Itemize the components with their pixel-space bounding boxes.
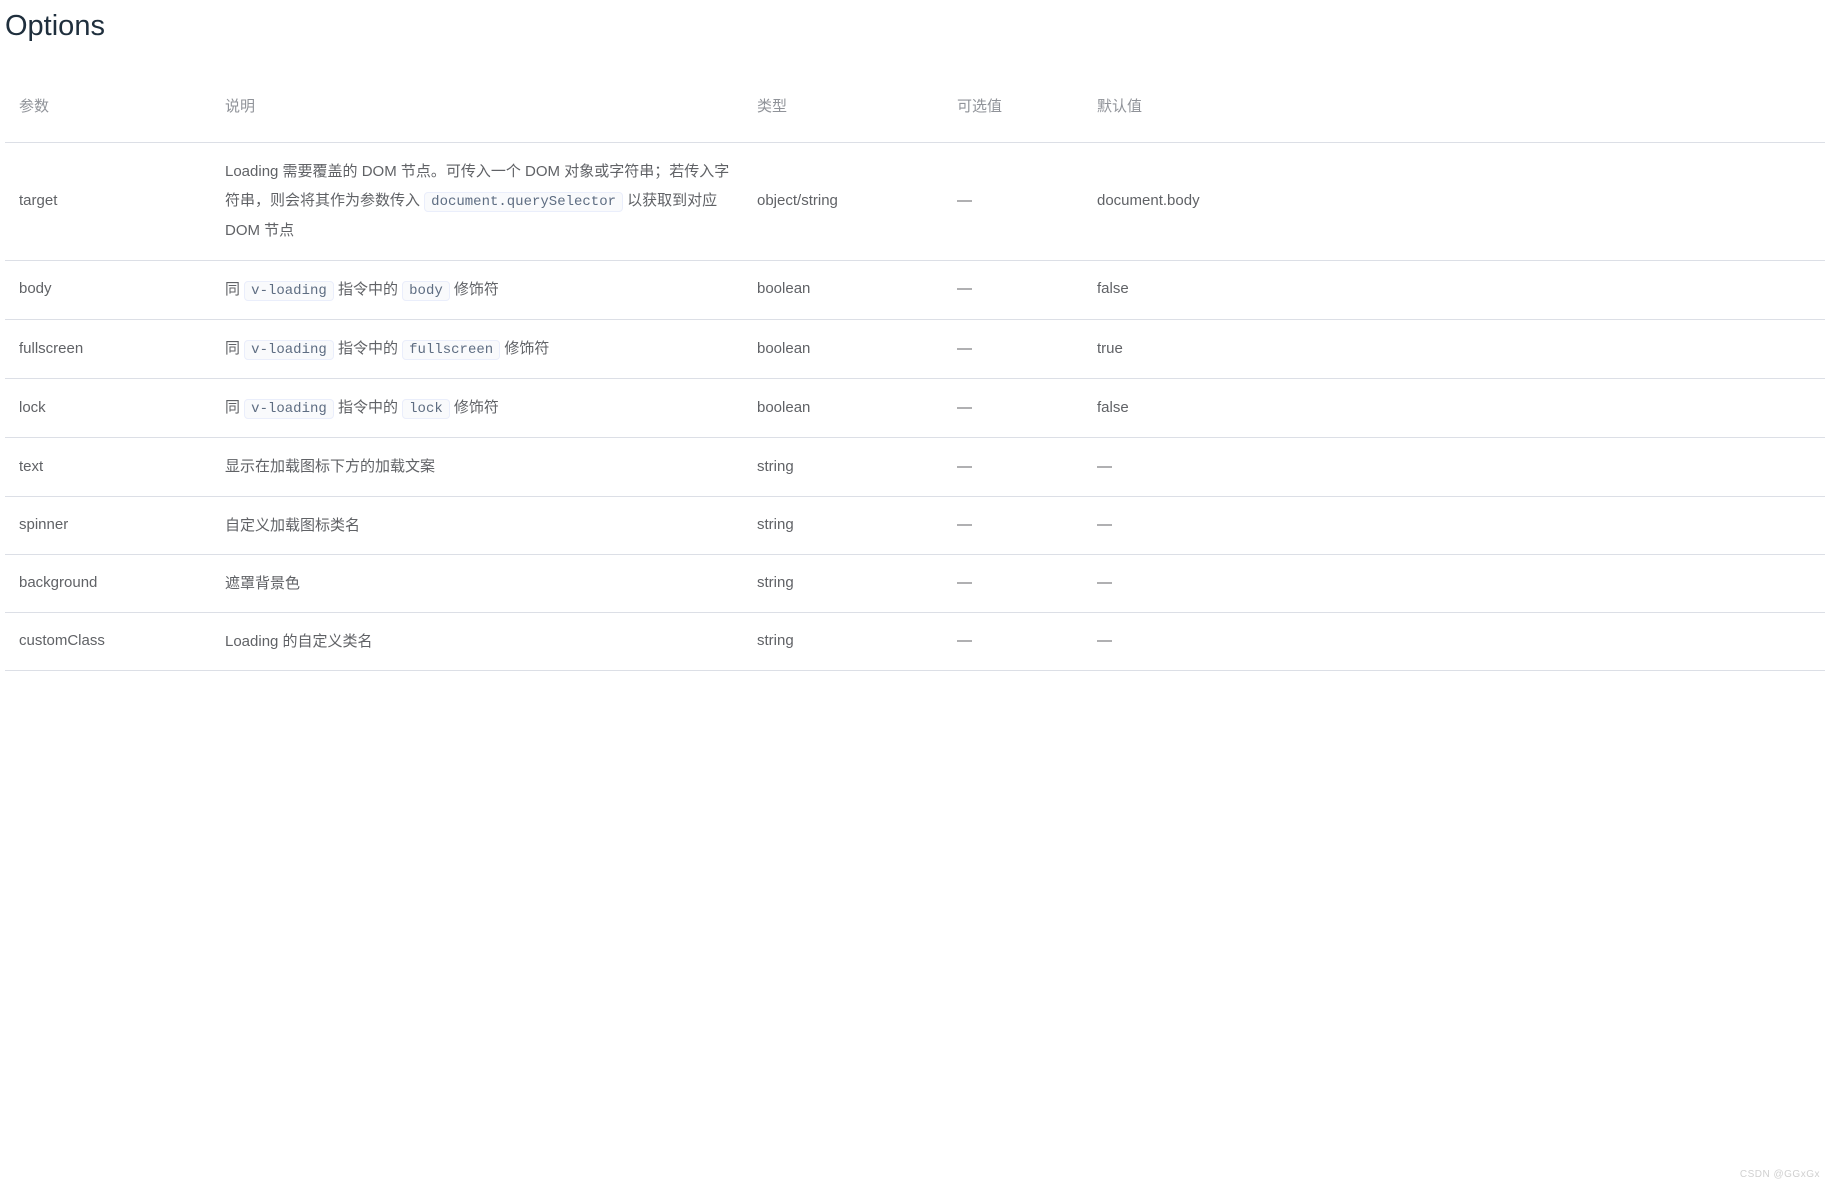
cell-type: string (743, 613, 943, 671)
cell-acceptable: — (943, 496, 1083, 554)
cell-desc: 显示在加载图标下方的加载文案 (211, 438, 743, 496)
cell-desc: 遮罩背景色 (211, 554, 743, 612)
cell-param: customClass (5, 613, 211, 671)
cell-param: spinner (5, 496, 211, 554)
desc-text: 修饰符 (450, 281, 499, 298)
page-title: Options (5, 10, 1825, 43)
cell-type: boolean (743, 379, 943, 438)
watermark: CSDN @GGxGx (1740, 1169, 1820, 1180)
cell-param: lock (5, 379, 211, 438)
cell-default: — (1083, 438, 1825, 496)
inline-code: v-loading (244, 281, 334, 301)
cell-default: true (1083, 319, 1825, 378)
cell-desc: 同 v-loading 指令中的 body 修饰符 (211, 260, 743, 319)
table-row: lock同 v-loading 指令中的 lock 修饰符boolean—fal… (5, 379, 1825, 438)
inline-code: v-loading (244, 399, 334, 419)
cell-param: body (5, 260, 211, 319)
desc-text: 同 (225, 399, 244, 416)
desc-text: 显示在加载图标下方的加载文案 (225, 458, 435, 475)
cell-type: object/string (743, 142, 943, 260)
cell-param: text (5, 438, 211, 496)
cell-type: string (743, 496, 943, 554)
desc-text: 同 (225, 281, 244, 298)
cell-desc: Loading 的自定义类名 (211, 613, 743, 671)
desc-text: 修饰符 (500, 340, 549, 357)
table-header-row: 参数 说明 类型 可选值 默认值 (5, 73, 1825, 142)
inline-code: body (402, 281, 450, 301)
cell-acceptable: — (943, 260, 1083, 319)
desc-text: 遮罩背景色 (225, 575, 300, 592)
cell-default: false (1083, 260, 1825, 319)
cell-desc: 同 v-loading 指令中的 lock 修饰符 (211, 379, 743, 438)
header-acceptable: 可选值 (943, 73, 1083, 142)
cell-acceptable: — (943, 438, 1083, 496)
cell-default: — (1083, 496, 1825, 554)
cell-param: background (5, 554, 211, 612)
table-row: background遮罩背景色string—— (5, 554, 1825, 612)
cell-param: target (5, 142, 211, 260)
options-table: 参数 说明 类型 可选值 默认值 targetLoading 需要覆盖的 DOM… (5, 73, 1825, 671)
inline-code: fullscreen (402, 340, 500, 360)
header-default: 默认值 (1083, 73, 1825, 142)
cell-acceptable: — (943, 319, 1083, 378)
cell-default: — (1083, 554, 1825, 612)
table-row: customClassLoading 的自定义类名string—— (5, 613, 1825, 671)
table-row: fullscreen同 v-loading 指令中的 fullscreen 修饰… (5, 319, 1825, 378)
inline-code: v-loading (244, 340, 334, 360)
cell-acceptable: — (943, 613, 1083, 671)
cell-type: string (743, 438, 943, 496)
cell-default: document.body (1083, 142, 1825, 260)
cell-desc: 同 v-loading 指令中的 fullscreen 修饰符 (211, 319, 743, 378)
desc-text: 自定义加载图标类名 (225, 517, 360, 534)
inline-code: lock (402, 399, 450, 419)
table-row: targetLoading 需要覆盖的 DOM 节点。可传入一个 DOM 对象或… (5, 142, 1825, 260)
desc-text: 指令中的 (334, 281, 402, 298)
cell-default: — (1083, 613, 1825, 671)
table-row: spinner自定义加载图标类名string—— (5, 496, 1825, 554)
cell-param: fullscreen (5, 319, 211, 378)
cell-acceptable: — (943, 379, 1083, 438)
cell-type: boolean (743, 260, 943, 319)
cell-type: boolean (743, 319, 943, 378)
table-row: text显示在加载图标下方的加载文案string—— (5, 438, 1825, 496)
cell-acceptable: — (943, 554, 1083, 612)
cell-desc: Loading 需要覆盖的 DOM 节点。可传入一个 DOM 对象或字符串；若传… (211, 142, 743, 260)
desc-text: Loading 的自定义类名 (225, 633, 373, 650)
cell-default: false (1083, 379, 1825, 438)
desc-text: 修饰符 (450, 399, 499, 416)
table-row: body同 v-loading 指令中的 body 修饰符boolean—fal… (5, 260, 1825, 319)
header-type: 类型 (743, 73, 943, 142)
cell-type: string (743, 554, 943, 612)
header-desc: 说明 (211, 73, 743, 142)
cell-acceptable: — (943, 142, 1083, 260)
desc-text: 同 (225, 340, 244, 357)
cell-desc: 自定义加载图标类名 (211, 496, 743, 554)
desc-text: 指令中的 (334, 340, 402, 357)
desc-text: 指令中的 (334, 399, 402, 416)
inline-code: document.querySelector (424, 192, 623, 212)
header-param: 参数 (5, 73, 211, 142)
